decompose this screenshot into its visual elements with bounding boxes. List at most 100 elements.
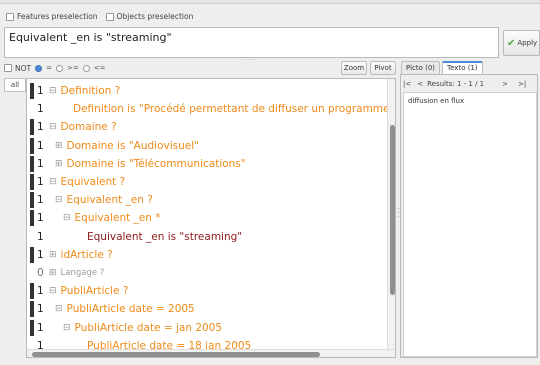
row-count: 1 — [37, 321, 44, 334]
row-label[interactable]: Domaine is "Audiovisuel" — [67, 140, 199, 152]
row-label[interactable]: Equivalent _en ? — [67, 194, 153, 206]
row-label[interactable]: PubliArticle ? — [61, 285, 129, 297]
tree-row[interactable]: 1 ⊟ PubliArticle date = jan 2005 — [27, 318, 222, 338]
row-count: 1 — [37, 103, 44, 116]
row-label[interactable]: Domaine is "Télécommunications" — [67, 158, 246, 170]
tab-picto[interactable]: Picto (0) — [401, 61, 441, 74]
count-bar — [30, 319, 34, 336]
tree-row[interactable]: 1 ⊟ Domaine ? — [27, 117, 117, 137]
tree-row[interactable]: 1 ⊞ Domaine is "Audiovisuel" — [27, 136, 199, 156]
tree-row[interactable]: 1 ⊟ PubliArticle ? — [27, 281, 128, 301]
not-checkbox[interactable]: NOT — [4, 64, 31, 73]
tree-row[interactable]: 1 ⊟ Equivalent _en * — [27, 208, 161, 228]
previous-page-button[interactable]: < — [417, 80, 423, 88]
zoom-button[interactable]: Zoom — [341, 61, 367, 75]
query-text[interactable]: Equivalent _en is "streaming" — [9, 31, 172, 44]
results-count: Results: 1 - 1 / 1 — [427, 80, 485, 88]
count-bar — [30, 83, 34, 99]
expand-icon[interactable]: ⊞ — [55, 159, 63, 169]
row-label[interactable]: idArticle ? — [61, 249, 113, 261]
row-label[interactable]: Langage ? — [61, 268, 105, 278]
feature-tree[interactable]: 1 ⊟ Definition ? 1 Definition is "Procédé pe… — [26, 78, 396, 358]
features-preselection-checkbox[interactable]: Features preselection — [6, 12, 98, 21]
vertical-scroll-thumb[interactable] — [390, 125, 395, 295]
count-bar — [30, 210, 34, 227]
ge-radio[interactable] — [55, 64, 63, 72]
checkmark-icon: ✔ — [507, 37, 516, 49]
count-bar — [30, 283, 34, 300]
count-bar — [30, 174, 34, 190]
row-count: 1 — [37, 248, 44, 261]
row-count: 1 — [37, 230, 44, 243]
objects-preselection-checkbox[interactable]: Objects preselection — [105, 12, 194, 21]
count-bar — [30, 101, 34, 117]
expand-icon[interactable]: ⊞ — [49, 250, 57, 260]
last-page-button[interactable]: >| — [518, 80, 526, 88]
le-radio[interactable] — [82, 64, 90, 72]
all-tab[interactable]: all — [4, 78, 26, 92]
count-bar — [30, 155, 34, 172]
row-label[interactable]: Equivalent ? — [61, 176, 126, 188]
right-tabs: Picto (0) Texto (1) — [401, 61, 483, 74]
le-label: <= — [93, 64, 106, 72]
next-page-button[interactable]: > — [502, 80, 508, 88]
row-count: 0 — [37, 267, 44, 279]
row-count: 1 — [37, 285, 44, 298]
preselection-bar: Features preselection Objects preselecti… — [6, 12, 193, 21]
tree-row[interactable]: 0 ⊞ Langage ? — [27, 263, 104, 283]
count-bar — [30, 301, 34, 318]
collapse-icon[interactable]: ⊟ — [49, 86, 57, 96]
extension-panel: |< < Results: 1 - 1 / 1 > >| diffusion e… — [400, 74, 538, 358]
collapse-icon[interactable]: ⊟ — [55, 195, 63, 205]
horizontal-scrollbar[interactable] — [27, 349, 395, 357]
apply-button[interactable]: ✔ Apply — [503, 30, 540, 56]
collapse-icon[interactable]: ⊟ — [63, 323, 71, 333]
row-label[interactable]: Definition is "Procédé permettant de dif… — [73, 103, 390, 115]
tree-row[interactable]: 1 ⊞ idArticle ? — [27, 245, 113, 265]
checkbox-box[interactable] — [6, 12, 14, 21]
row-count: 1 — [37, 212, 44, 225]
collapse-icon[interactable]: ⊟ — [49, 177, 57, 187]
count-bar — [30, 137, 34, 154]
first-page-button[interactable]: |< — [403, 80, 411, 88]
tree-row[interactable]: 1 ⊟ PubliArticle date = 2005 — [27, 299, 195, 319]
tree-row[interactable]: 1 ⊟ Equivalent _en ? — [27, 190, 153, 210]
tree-row[interactable]: 1 Definition is "Procédé permettant de di… — [27, 99, 390, 119]
expand-icon[interactable]: ⊞ — [55, 141, 63, 151]
count-bar — [30, 192, 34, 209]
top-toolbar-strip — [0, 0, 540, 4]
checkbox-box[interactable] — [105, 12, 114, 21]
row-label[interactable]: PubliArticle date = jan 2005 — [75, 322, 223, 334]
row-count: 1 — [37, 157, 44, 170]
pivot-button[interactable]: Pivot — [370, 61, 396, 75]
tree-row[interactable]: 1 ⊞ Domaine is "Télécommunications" — [27, 154, 246, 174]
row-count: 1 — [37, 121, 44, 134]
row-label[interactable]: Equivalent _en * — [75, 212, 161, 224]
collapse-icon[interactable]: ⊟ — [49, 122, 57, 132]
tree-row[interactable]: 1 Equivalent _en is "streaming" — [27, 227, 242, 247]
count-bar — [30, 119, 34, 136]
eq-radio[interactable] — [35, 64, 43, 72]
row-label[interactable]: Equivalent _en is "streaming" — [87, 231, 242, 243]
result-item[interactable]: diffusion en flux — [408, 97, 464, 105]
expand-icon[interactable]: ⊞ — [49, 268, 57, 278]
row-count: 1 — [37, 176, 44, 188]
collapse-icon[interactable]: ⊟ — [49, 286, 57, 296]
tree-row[interactable]: 1 ⊟ Definition ? — [27, 81, 120, 101]
row-count: 1 — [37, 194, 44, 207]
vertical-scrollbar[interactable] — [387, 79, 395, 349]
horizontal-scroll-thumb[interactable] — [32, 352, 320, 357]
query-input[interactable]: Equivalent _en is "streaming" ..... — [4, 27, 499, 62]
results-list[interactable]: diffusion en flux — [403, 92, 537, 357]
eq-label: = — [46, 64, 52, 72]
tree-row[interactable]: 1 ⊟ Equivalent ? — [27, 172, 125, 192]
row-label[interactable]: Definition ? — [61, 85, 121, 97]
objects-preselection-label: Objects preselection — [116, 12, 194, 21]
checkbox-box[interactable] — [4, 64, 12, 72]
collapse-icon[interactable]: ⊟ — [63, 213, 71, 223]
tab-texto[interactable]: Texto (1) — [442, 61, 483, 74]
row-count: 1 — [37, 85, 44, 97]
collapse-icon[interactable]: ⊟ — [55, 304, 63, 314]
row-label[interactable]: Domaine ? — [61, 121, 117, 133]
row-label[interactable]: PubliArticle date = 2005 — [67, 303, 195, 315]
